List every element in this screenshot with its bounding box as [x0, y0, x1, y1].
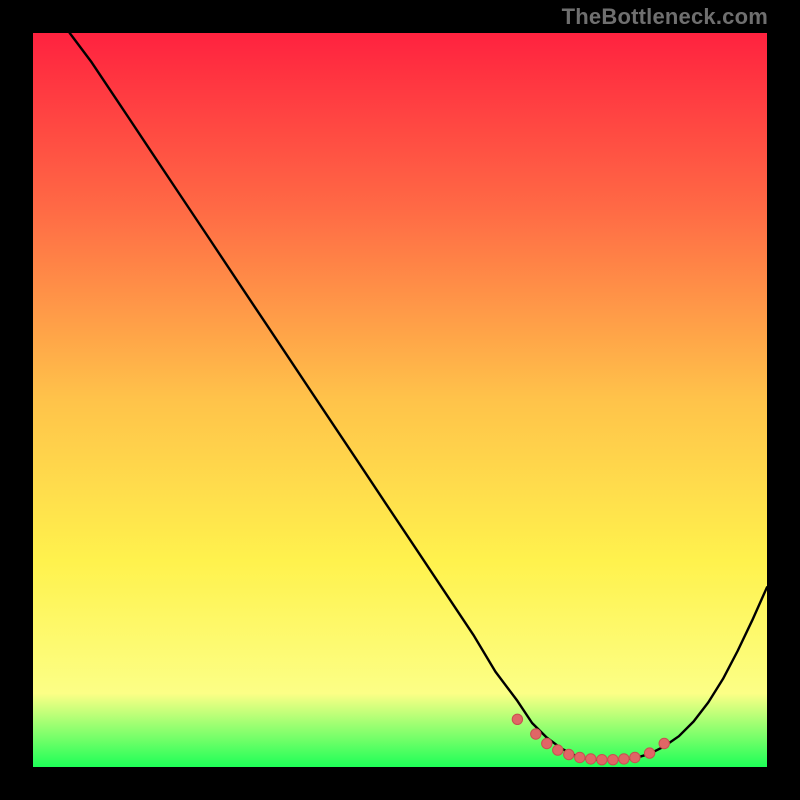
highlight-dot	[564, 749, 574, 759]
plot-area	[33, 33, 767, 767]
watermark-text: TheBottleneck.com	[562, 4, 768, 30]
highlight-dot	[575, 752, 585, 762]
highlight-dot	[512, 714, 522, 724]
highlight-dot	[553, 745, 563, 755]
highlight-dot	[542, 738, 552, 748]
highlight-dot	[531, 729, 541, 739]
chart-frame: TheBottleneck.com	[0, 0, 800, 800]
highlight-dot	[619, 754, 629, 764]
highlight-dot	[659, 738, 669, 748]
highlight-dot	[644, 748, 654, 758]
highlight-dot	[608, 755, 618, 765]
highlight-dot	[630, 752, 640, 762]
highlight-dot	[586, 754, 596, 764]
gradient-background	[33, 33, 767, 767]
highlight-dot	[597, 755, 607, 765]
plot-svg	[33, 33, 767, 767]
